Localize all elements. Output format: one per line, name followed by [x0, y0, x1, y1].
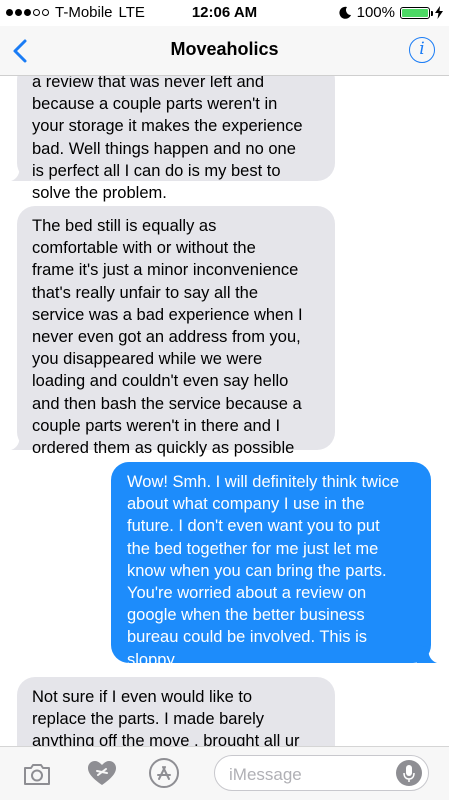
- battery-icon: [400, 6, 433, 19]
- message-line: anything off the move , brought all ur: [32, 732, 300, 746]
- message-line: service was a bad experience when I: [32, 305, 303, 324]
- status-right: 100%: [339, 4, 443, 21]
- message-line: solve the problem.: [32, 184, 167, 203]
- message-line: bad. Well things happen and no one: [32, 139, 296, 158]
- battery-percent: 100%: [356, 4, 395, 21]
- message-line: You're worried about a review on: [127, 584, 367, 603]
- message-line: Not sure if I even would like to: [32, 688, 253, 706]
- message-line: replace the parts. I made barely: [32, 710, 265, 729]
- message-line: couple parts weren't in there and I: [32, 416, 281, 435]
- message-line: future. I don't even want you to put: [127, 517, 380, 536]
- incoming-message-bubble[interactable]: a review that was never left and because…: [11, 76, 335, 202]
- message-line: a review that was never left and: [32, 76, 265, 91]
- message-line: frame it's just a minor inconvenience: [32, 261, 299, 280]
- imessage-input[interactable]: iMessage: [214, 755, 429, 791]
- mic-glyph-icon: [403, 765, 415, 782]
- message-line: comfortable with or without the: [32, 239, 256, 258]
- incoming-message-bubble[interactable]: Not sure if I even would like to replace…: [17, 677, 335, 746]
- info-icon[interactable]: i: [409, 37, 435, 63]
- message-line: The bed still is equally as: [32, 217, 217, 235]
- bubble-tail: [11, 432, 31, 450]
- app-store-icon[interactable]: [148, 757, 180, 789]
- message-line: ordered them as quickly as possible: [32, 439, 295, 458]
- message-line: the bed together for me just let me: [127, 539, 379, 558]
- message-line: know when you can bring the parts.: [127, 561, 387, 580]
- message-line: because a couple parts weren't in: [32, 95, 278, 114]
- message-line: and then bash the service because a: [32, 394, 302, 413]
- message-line: Wow! Smh. I will definitely think twice: [127, 473, 400, 491]
- contact-name-title[interactable]: Moveaholics: [0, 39, 449, 60]
- microphone-icon[interactable]: [396, 760, 422, 786]
- message-thread[interactable]: a review that was never left and because…: [0, 76, 449, 746]
- message-line: that's really unfair to say all the: [32, 283, 259, 302]
- status-bar: T-Mobile LTE 12:06 AM 100%: [0, 0, 449, 26]
- bubble-tail: [11, 163, 31, 181]
- camera-icon[interactable]: [22, 761, 52, 787]
- message-line: never even got an address from you,: [32, 328, 301, 347]
- incoming-message-bubble[interactable]: The bed still is equally as comfortable …: [11, 206, 335, 457]
- message-line: your storage it makes the experience: [32, 117, 303, 136]
- message-input-bar: iMessage: [0, 746, 449, 800]
- outgoing-message-bubble[interactable]: Wow! Smh. I will definitely think twice …: [111, 462, 437, 669]
- message-line: sloppy.: [127, 650, 179, 669]
- message-line: is perfect all I can do is my best to: [32, 161, 281, 180]
- imessage-placeholder: iMessage: [229, 765, 302, 784]
- moon-icon: [339, 6, 351, 19]
- message-line: loading and couldn't even say hello: [32, 372, 289, 391]
- message-line: bureau could be involved. This is: [127, 628, 368, 647]
- navigation-bar: Moveaholics i: [0, 26, 449, 76]
- message-line: you disappeared while we were: [32, 350, 263, 369]
- message-line: google when the better business: [127, 606, 365, 625]
- message-line: about what company I use in the: [127, 495, 365, 514]
- charging-bolt-icon: [435, 6, 443, 19]
- digital-touch-heart-icon[interactable]: [86, 759, 118, 787]
- bubble-tail: [417, 645, 437, 663]
